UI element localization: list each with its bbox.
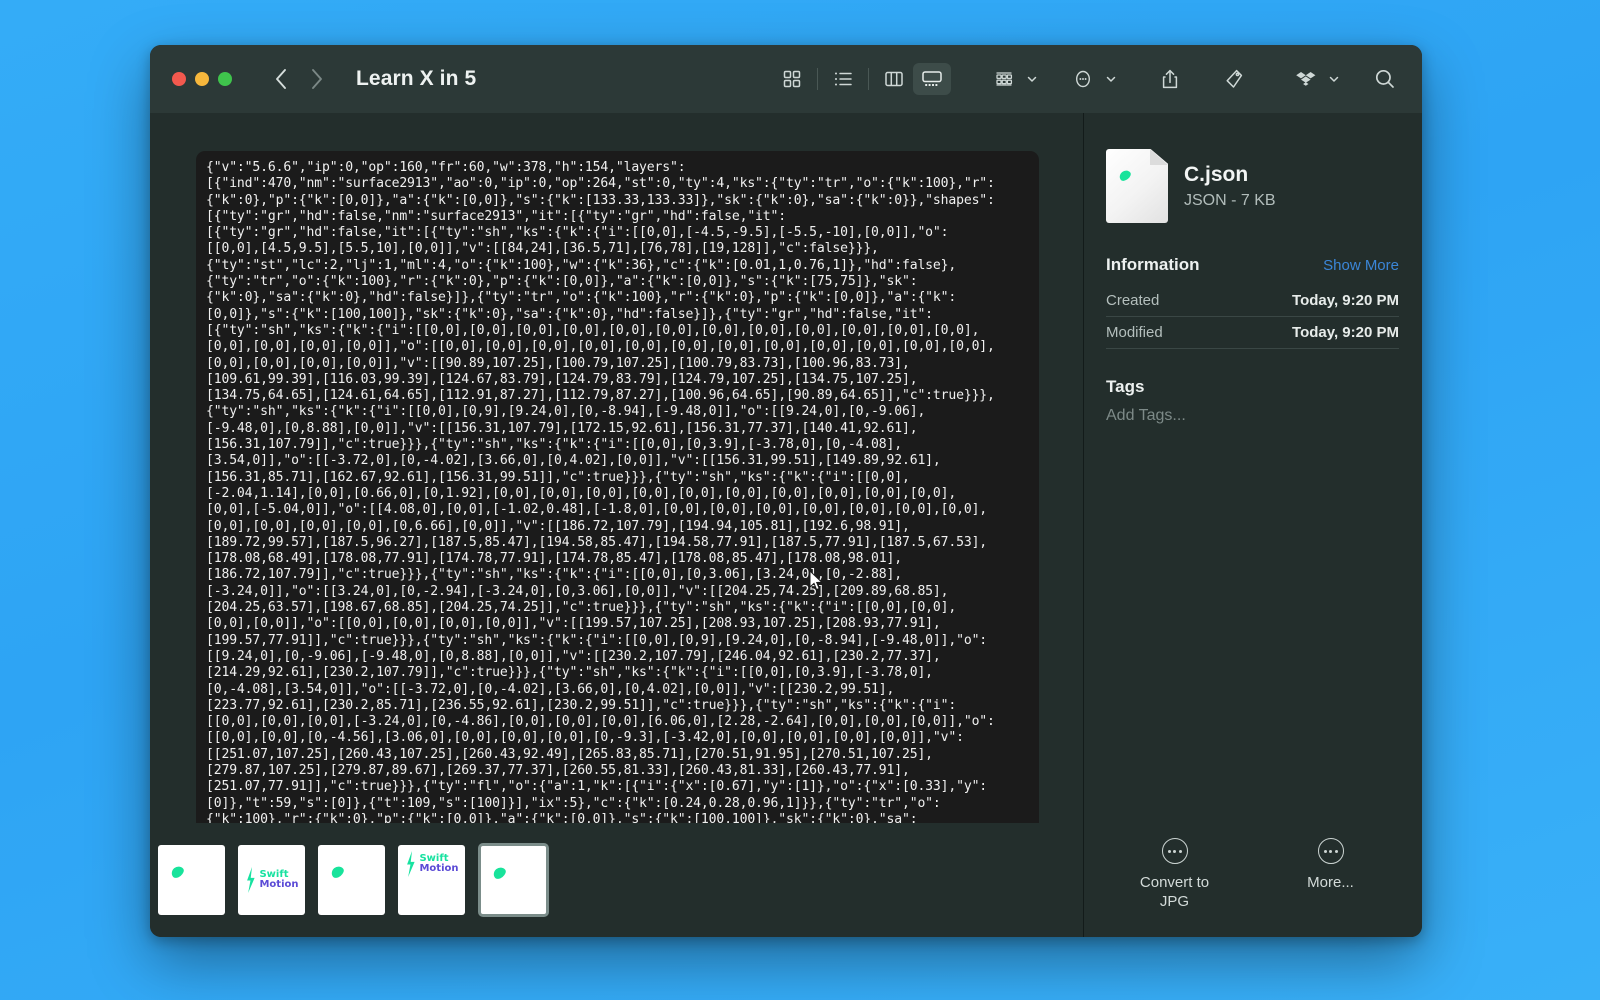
thumbnail-2[interactable]: Swift Motion [238, 845, 305, 915]
json-preview-card[interactable]: {"v":"5.6.6","ip":0,"op":160,"fr":60,"w"… [196, 151, 1039, 823]
chevron-down-icon[interactable] [1026, 73, 1038, 85]
convert-to-jpg-label: Convert to JPG [1139, 874, 1210, 910]
information-section-header: Information Show More [1106, 255, 1399, 275]
more-actions-icon[interactable] [1064, 63, 1102, 95]
dropbox-icon[interactable] [1287, 63, 1325, 95]
group-by-control[interactable] [985, 63, 1038, 95]
view-mode-group [773, 63, 951, 95]
minimize-window-button[interactable] [195, 72, 209, 86]
grid-view-icon[interactable] [773, 63, 811, 95]
metadata-key: Modified [1106, 324, 1163, 341]
toolbar-divider [868, 68, 869, 90]
more-circle-icon [1317, 838, 1344, 864]
thumbnail-3[interactable] [318, 845, 385, 915]
show-more-link[interactable]: Show More [1323, 257, 1399, 274]
information-title: Information [1106, 255, 1200, 274]
group-by-icon[interactable] [985, 63, 1023, 95]
file-meta: C.json JSON - 7 KB [1184, 162, 1276, 210]
dropbox-control[interactable] [1287, 63, 1340, 95]
window-title: Learn X in 5 [356, 67, 477, 90]
bolt-icon [247, 867, 255, 893]
json-file-icon [1106, 149, 1168, 223]
forward-chevron-icon[interactable] [306, 68, 328, 90]
toolbar [773, 63, 1404, 95]
share-icon[interactable] [1151, 63, 1189, 95]
swift-motion-logo-text: Swift Motion [419, 853, 459, 875]
maximize-window-button[interactable] [218, 72, 232, 86]
tags-section: Tags Add Tags... [1106, 377, 1399, 425]
logo-line-2: Motion [419, 863, 459, 874]
bolt-icon [407, 851, 415, 877]
thumbnail-4[interactable]: Swift Motion [398, 845, 465, 915]
swift-motion-logo-text: Swift Motion [259, 869, 299, 891]
thumbnail-5-selected[interactable] [478, 843, 549, 917]
column-view-icon[interactable] [875, 63, 913, 95]
preview-area: {"v":"5.6.6","ip":0,"op":160,"fr":60,"w"… [150, 113, 1083, 823]
file-header: C.json JSON - 7 KB [1106, 149, 1399, 223]
inspector-sidebar: C.json JSON - 7 KB Information Show More… [1084, 113, 1421, 937]
gallery-view-icon[interactable] [913, 63, 951, 95]
thumbnail-1[interactable] [158, 845, 225, 915]
json-preview-text: {"v":"5.6.6","ip":0,"op":160,"fr":60,"w"… [206, 160, 995, 823]
desktop-background: Learn X in 5 {"v":"5.6.6","ip":0,"op":16… [0, 0, 1600, 1000]
tags-title: Tags [1106, 377, 1145, 396]
thumbnail-filmstrip[interactable]: Swift Motion Swift Motion [150, 823, 1083, 937]
swift-motion-logo: Swift Motion [244, 867, 299, 893]
more-circle-icon [1161, 838, 1188, 864]
convert-to-jpg-button[interactable]: Convert to JPG [1129, 838, 1221, 911]
navigation-arrows [270, 68, 328, 90]
add-tags-input[interactable]: Add Tags... [1106, 407, 1399, 425]
traffic-light-buttons [172, 72, 232, 86]
metadata-row-modified: Modified Today, 9:20 PM [1106, 317, 1399, 349]
metadata-value: Today, 9:20 PM [1292, 292, 1399, 309]
chevron-down-icon[interactable] [1105, 73, 1117, 85]
metadata-key: Created [1106, 292, 1160, 309]
preview-column: {"v":"5.6.6","ip":0,"op":160,"fr":60,"w"… [150, 113, 1084, 937]
more-actions-label: More... [1307, 874, 1354, 891]
metadata-value: Today, 9:20 PM [1292, 324, 1399, 341]
window-content: {"v":"5.6.6","ip":0,"op":160,"fr":60,"w"… [150, 113, 1422, 937]
quick-actions: Convert to JPG More... [1106, 838, 1399, 937]
chevron-down-icon[interactable] [1328, 73, 1340, 85]
swift-blob-icon [329, 864, 346, 880]
window-titlebar: Learn X in 5 [150, 45, 1422, 113]
search-icon[interactable] [1366, 63, 1404, 95]
back-chevron-icon[interactable] [270, 68, 292, 90]
logo-line-2: Motion [259, 879, 299, 890]
file-name: C.json [1184, 163, 1249, 186]
list-view-icon[interactable] [824, 63, 862, 95]
swift-motion-logo: Swift Motion [404, 851, 459, 877]
metadata-row-created: Created Today, 9:20 PM [1106, 285, 1399, 317]
finder-window: Learn X in 5 {"v":"5.6.6","ip":0,"op":16… [150, 45, 1422, 937]
toolbar-divider [817, 68, 818, 90]
swift-blob-icon [169, 864, 186, 880]
more-actions-control[interactable] [1064, 63, 1117, 95]
swift-blob-icon [491, 865, 508, 881]
tag-icon[interactable] [1215, 63, 1253, 95]
more-actions-button[interactable]: More... [1285, 838, 1377, 911]
close-window-button[interactable] [172, 72, 186, 86]
file-kind-and-size: JSON - 7 KB [1184, 192, 1276, 209]
